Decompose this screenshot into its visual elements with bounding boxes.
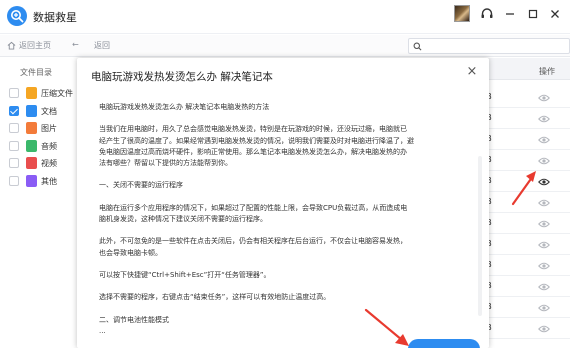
category-icon (26, 157, 37, 169)
row-divider (478, 317, 570, 318)
op-header: 操作 (539, 67, 555, 76)
dialog-text-line: 此外，不可忽免的是一些软件在点击关闭后，仍会有相关程序在后台运行，不仅会让电脑容… (99, 237, 407, 246)
dialog-text-line: 脑机身发烫，这种情况下建议关闭不需要的运行程序。 (99, 215, 267, 223)
category-label: 其他 (41, 176, 57, 186)
category-panel: 文件目录 压缩文件文档图片音频视频其他 (0, 58, 78, 348)
back-home-link[interactable]: 返回主页 (19, 40, 51, 51)
dialog-text-line: 当我们在用电脑时，用久了总会感觉电脑发热发烫，特别是在玩游戏的时候，还没玩过瘾，… (99, 125, 407, 134)
dialog-text-line: 二、调节电池性能模式 (99, 315, 169, 324)
eye-icon[interactable] (538, 325, 550, 333)
category-icon (26, 87, 37, 99)
minimize-icon[interactable] (500, 5, 520, 23)
annotation-arrow-button (364, 308, 409, 346)
category-item[interactable]: 压缩文件 (0, 85, 78, 101)
app-name: 数据救星 (33, 11, 77, 24)
row-divider (478, 254, 570, 255)
back-arrow-icon[interactable]: ← (72, 40, 79, 49)
eye-icon[interactable] (538, 94, 550, 102)
dialog-text-line: ... (99, 327, 106, 335)
article-dialog: 电脑玩游戏发热发烫怎么办 解决笔记本 × 电脑玩游戏发热发烫怎么办 解决笔记本电… (77, 58, 489, 348)
dialog-text-line: 电脑在运行多个应用程序的情况下，如果超过了配置的性能上限，会导致CPU负载过高，… (99, 203, 408, 212)
dialog-close-button[interactable]: × (465, 65, 479, 79)
file-dir-header: 文件目录 (20, 68, 52, 77)
category-item[interactable]: 音频 (0, 138, 78, 154)
headset-icon[interactable] (477, 5, 497, 23)
row-divider (478, 275, 570, 276)
eye-icon[interactable] (538, 157, 550, 165)
dialog-text-line: 可以按下快捷键“Ctrl+Shift+Esc”打开“任务管理器”。 (99, 271, 271, 279)
category-icon (26, 122, 37, 134)
category-checkbox[interactable] (9, 88, 19, 98)
row-divider (478, 149, 570, 150)
category-label: 图片 (41, 124, 57, 133)
row-divider (478, 212, 570, 213)
category-checkbox[interactable] (9, 158, 19, 168)
category-item[interactable]: 其他 (0, 173, 78, 189)
table-header (482, 58, 570, 80)
dialog-text-line: 法有哪些？帮留以下提供的方法能帮到你。 (99, 159, 232, 167)
category-checkbox[interactable] (9, 123, 19, 133)
category-item[interactable]: 文档 (0, 103, 78, 119)
category-icon (26, 174, 37, 187)
avatar[interactable] (454, 5, 470, 22)
dialog-confirm-button[interactable] (408, 339, 480, 348)
eye-icon[interactable] (538, 136, 550, 144)
category-checkbox[interactable] (9, 105, 19, 116)
eye-icon[interactable] (538, 304, 550, 312)
dialog-text-line: 电脑玩游戏发热发烫怎么办 解决笔记本电脑发热的方法 (99, 103, 270, 111)
dialog-title: 电脑玩游戏发热发烫怎么办 解决笔记本 (91, 71, 273, 83)
app-logo-icon (7, 6, 27, 26)
eye-icon[interactable] (538, 115, 550, 123)
category-checkbox[interactable] (9, 140, 19, 151)
eye-icon[interactable] (538, 241, 550, 249)
category-label: 音频 (41, 141, 57, 151)
home-icon (7, 41, 16, 50)
eye-icon[interactable] (538, 262, 550, 270)
dialog-text-line: 一、关闭不需要的运行程序 (99, 181, 183, 190)
eye-icon[interactable] (538, 283, 550, 291)
annotation-arrow-eye (511, 171, 536, 206)
row-divider (478, 338, 570, 339)
dialog-scrollbar[interactable] (478, 156, 482, 316)
eye-icon[interactable] (538, 220, 550, 228)
row-divider (478, 296, 570, 297)
category-item[interactable]: 图片 (0, 120, 78, 136)
title-bar: 数据救星 (0, 0, 570, 34)
category-item[interactable]: 视频 (0, 155, 78, 171)
dialog-text-line: 免电脑因温度过高而烧坏硬件，影响正常使用。那么笔记本电脑发热发烫怎么办，解决电脑… (99, 147, 407, 156)
category-label: 视频 (41, 159, 57, 168)
category-icon (26, 104, 37, 117)
dialog-text-line: 选择不需要的程序，右键点击“结束任务”，这样可以有效地防止温度过高。 (99, 293, 331, 302)
category-icon (26, 139, 37, 152)
row-divider (478, 128, 570, 129)
close-icon[interactable] (545, 5, 565, 23)
search-input[interactable] (408, 38, 570, 54)
maximize-icon[interactable] (523, 5, 543, 23)
row-divider (478, 107, 570, 108)
category-checkbox[interactable] (9, 175, 19, 186)
category-label: 文档 (41, 106, 57, 116)
dialog-text-line: 也会导致电脑卡顿。 (99, 248, 162, 257)
back-link[interactable]: 返回 (94, 40, 110, 51)
category-label: 压缩文件 (41, 89, 73, 98)
dialog-text-line: 经产生了很高的温度了。如果经常遇到电脑发热发烫的情况，说明我们需要及时对电脑进行… (99, 136, 414, 145)
search-icon (413, 42, 422, 51)
row-divider (478, 233, 570, 234)
